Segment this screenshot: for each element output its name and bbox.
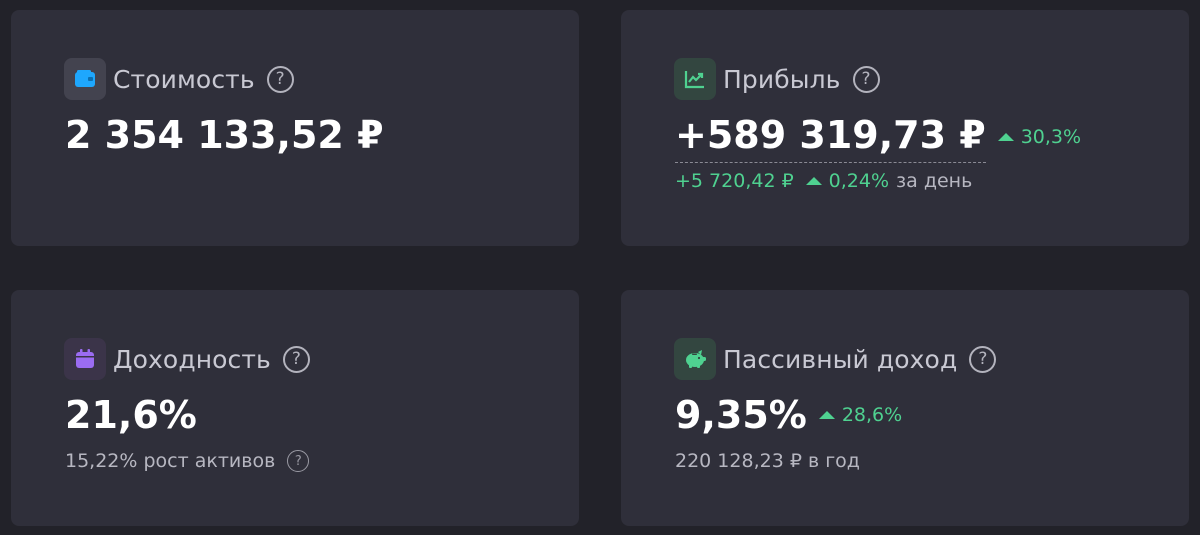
arrow-up-icon [818, 411, 835, 419]
passive-income-card: Пассивный доход ? 9,35% 28,6% 220 128,23… [621, 290, 1189, 526]
passive-sub-row: 220 128,23 ₽ в год [675, 450, 860, 472]
chart-line-icon [674, 58, 716, 100]
yield-sub-row: 15,22% рост активов ? [65, 450, 310, 472]
asset-growth-label: 15,22% рост активов [65, 450, 276, 472]
calendar-icon [64, 338, 106, 380]
passive-amount-row: 9,35% 28,6% [675, 390, 902, 440]
arrow-up-icon [805, 177, 822, 185]
card-title: Прибыль [723, 64, 841, 94]
day-change-badge: 0,24% [805, 170, 890, 192]
passive-amount: 9,35% [675, 393, 807, 437]
yield-card: Доходность ? 21,6% 15,22% рост активов ? [11, 290, 579, 526]
portfolio-value-card: Стоимость ? 2 354 133,52 ₽ [11, 10, 579, 246]
help-icon[interactable]: ? [287, 450, 310, 472]
card-title-row: Стоимость ? [64, 57, 294, 101]
yield-amount-row: 21,6% [65, 390, 197, 440]
day-label: за день [896, 170, 973, 192]
card-title-row: Доходность ? [64, 337, 310, 381]
card-title: Стоимость [113, 64, 255, 94]
help-icon[interactable]: ? [282, 345, 310, 373]
dashboard-grid: Стоимость ? 2 354 133,52 ₽ Прибыль ? +58… [0, 0, 1200, 535]
card-title-row: Пассивный доход ? [674, 337, 997, 381]
yield-amount: 21,6% [65, 393, 197, 437]
portfolio-value-amount: 2 354 133,52 ₽ [65, 110, 384, 160]
yearly-income-label: 220 128,23 ₽ в год [675, 450, 860, 472]
day-profit-amount: +5 720,42 ₽ [675, 170, 794, 192]
profit-amount[interactable]: +589 319,73 ₽ [675, 110, 986, 163]
help-icon[interactable]: ? [266, 65, 294, 93]
arrow-up-icon [997, 132, 1014, 141]
profit-change-value: 30,3% [1020, 125, 1082, 148]
piggy-bank-icon [674, 338, 716, 380]
help-icon[interactable]: ? [969, 345, 997, 373]
profit-card: Прибыль ? +589 319,73 ₽ 30,3% +5 720,42 … [621, 10, 1189, 246]
profit-day-row: +5 720,42 ₽ 0,24% за день [675, 170, 972, 192]
help-icon[interactable]: ? [852, 65, 880, 93]
passive-change-value: 28,6% [841, 404, 903, 426]
card-title: Пассивный доход [723, 344, 958, 374]
profit-amount-row: +589 319,73 ₽ 30,3% [675, 110, 1081, 163]
wallet-icon [64, 58, 106, 100]
card-title-row: Прибыль ? [674, 57, 880, 101]
passive-change-badge: 28,6% [818, 390, 903, 440]
card-title: Доходность [113, 344, 271, 374]
day-change-value: 0,24% [828, 170, 890, 192]
profit-change-badge: 30,3% [997, 112, 1082, 162]
value-amount-text: 2 354 133,52 ₽ [65, 113, 384, 157]
